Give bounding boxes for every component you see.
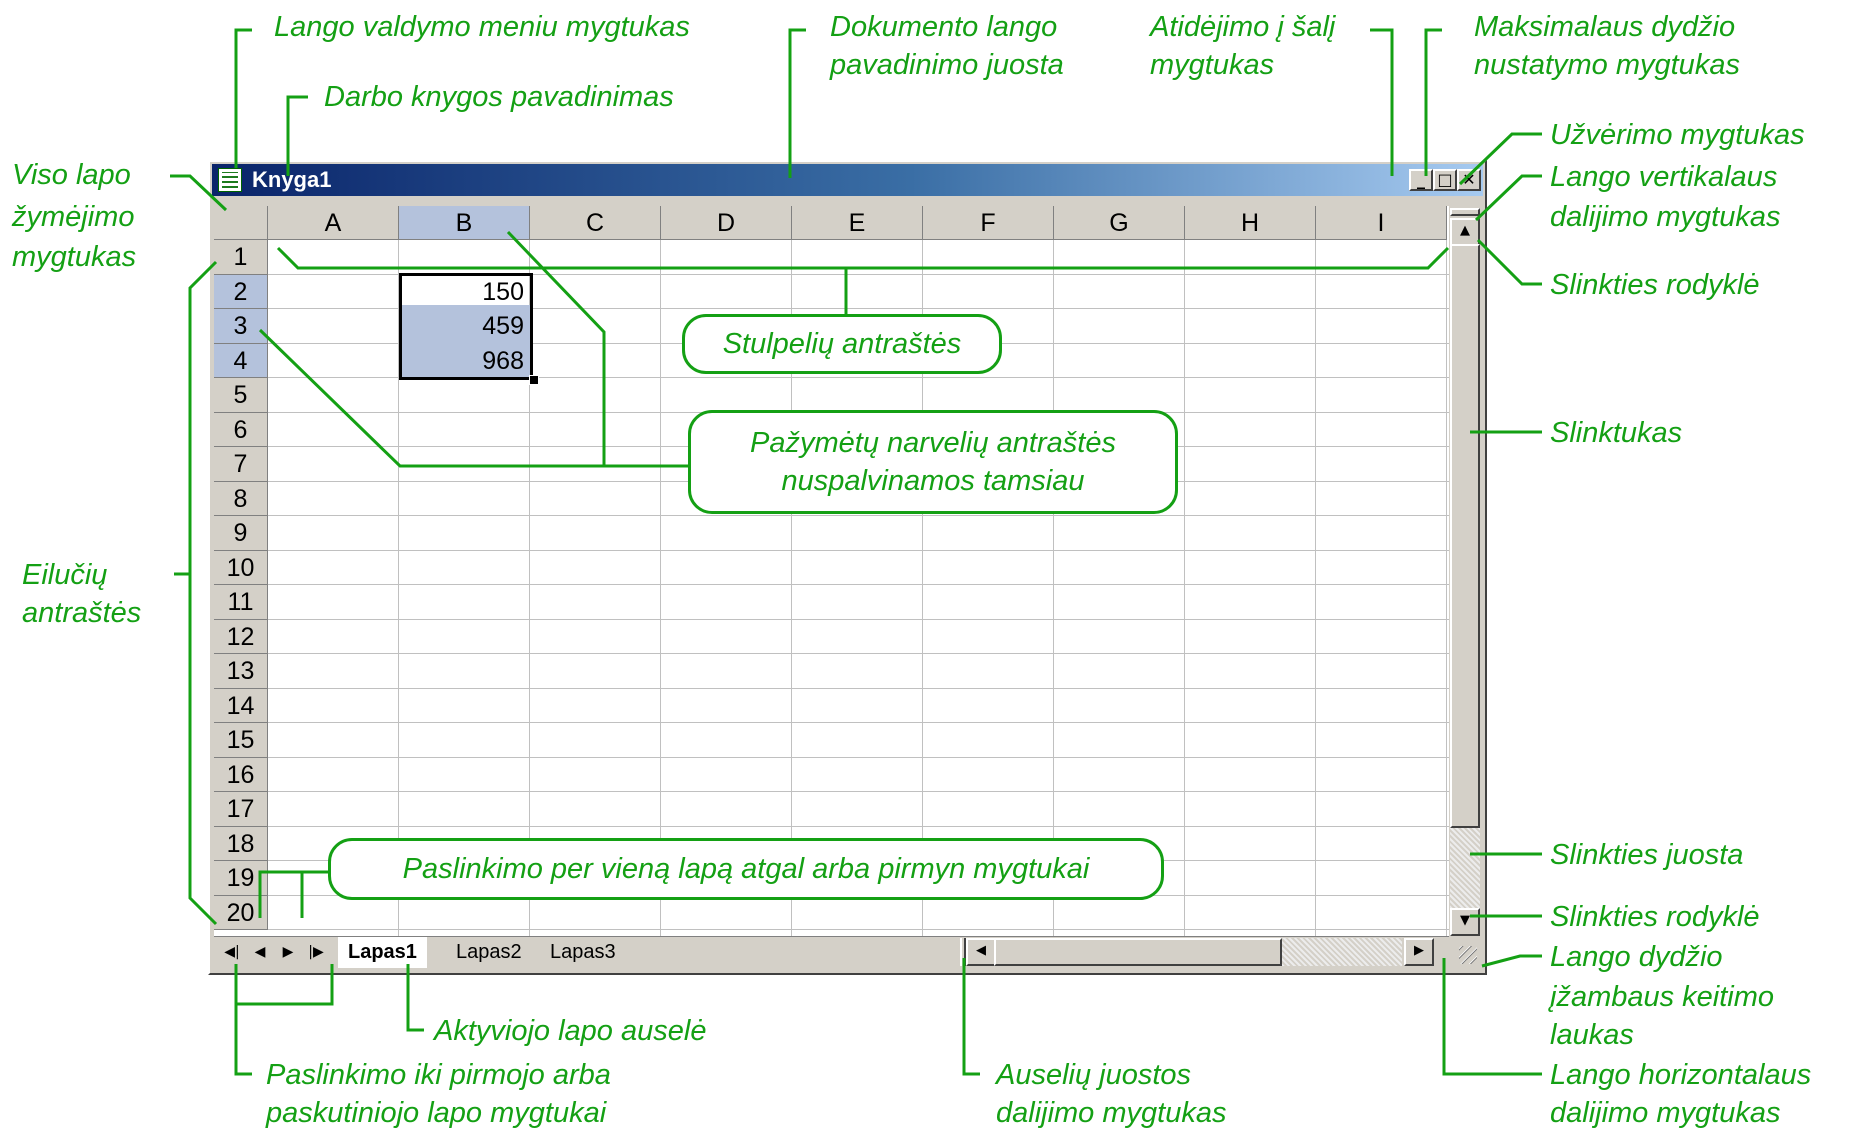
annotation-vsplit-1: Lango vertikalaus — [1550, 161, 1778, 193]
annotation-select-all-1: Viso lapo — [12, 159, 131, 191]
annotation-maximize-2: nustatymo mygtukas — [1474, 49, 1740, 81]
annotation-row-headers-2: antraštės — [22, 597, 142, 629]
annotation-selected-headers-1: Pažymėtų narvelių antraštės — [750, 427, 1116, 459]
annotation-nav-first-last-1: Paslinkimo iki pirmojo arba — [266, 1059, 611, 1091]
annotation-tab-split-2: dalijimo mygtukas — [996, 1097, 1227, 1129]
annotation-selected-headers-2: nuspalvinamos tamsiau — [781, 465, 1085, 497]
annotation-workbook-name: Darbo knygos pavadinimas — [324, 81, 674, 113]
annotation-tab-split-1: Auselių juostos — [996, 1059, 1192, 1091]
annotation-vsplit-2: dalijimo mygtukas — [1550, 201, 1781, 233]
annotation-doc-title-bar-2: pavadinimo juosta — [830, 49, 1064, 81]
annotation-select-all-2: žymėjimo — [12, 201, 135, 233]
annotation-maximize-1: Maksimalaus dydžio — [1474, 11, 1736, 43]
annotation-doc-title-bar-1: Dokumento lango — [830, 11, 1058, 43]
annotation-close: Užvėrimo mygtukas — [1550, 119, 1805, 151]
annotation-select-all-3: mygtukas — [12, 241, 137, 273]
annotation-minimize-2: mygtukas — [1150, 49, 1275, 81]
annotation-resize-box-3: laukas — [1550, 1019, 1634, 1051]
annotation-resize-box-1: Lango dydžio — [1550, 941, 1723, 973]
annotation-hsplit-2: dalijimo mygtukas — [1550, 1097, 1781, 1129]
annotation-nav-first-last-2: paskutiniojo lapo mygtukai — [266, 1097, 607, 1129]
annotation-row-headers-1: Eilučių — [22, 559, 108, 591]
annotation-scroll-thumb: Slinktukas — [1550, 417, 1683, 449]
annotation-resize-box-2: įžambaus keitimo — [1550, 981, 1775, 1013]
annotation-column-headers: Stulpelių antraštės — [682, 314, 1002, 374]
annotation-window-menu-button: Lango valdymo meniu mygtukas — [274, 11, 690, 43]
annotation-scroll-arrow-bottom: Slinkties rodyklė — [1550, 901, 1760, 933]
annotation-nav-one-sheet: Paslinkimo per vieną lapą atgal arba pir… — [328, 838, 1164, 900]
annotation-hsplit-1: Lango horizontalaus — [1550, 1059, 1812, 1091]
annotation-selected-headers: Pažymėtų narvelių antraštės nuspalvinamo… — [688, 410, 1178, 514]
annotation-scroll-bar: Slinkties juosta — [1550, 839, 1744, 871]
annotation-minimize-1: Atidėjimo į šalį — [1150, 11, 1336, 43]
annotation-scroll-arrow-top: Slinkties rodyklė — [1550, 269, 1760, 301]
annotation-active-tab: Aktyviojo lapo auselė — [434, 1015, 707, 1047]
